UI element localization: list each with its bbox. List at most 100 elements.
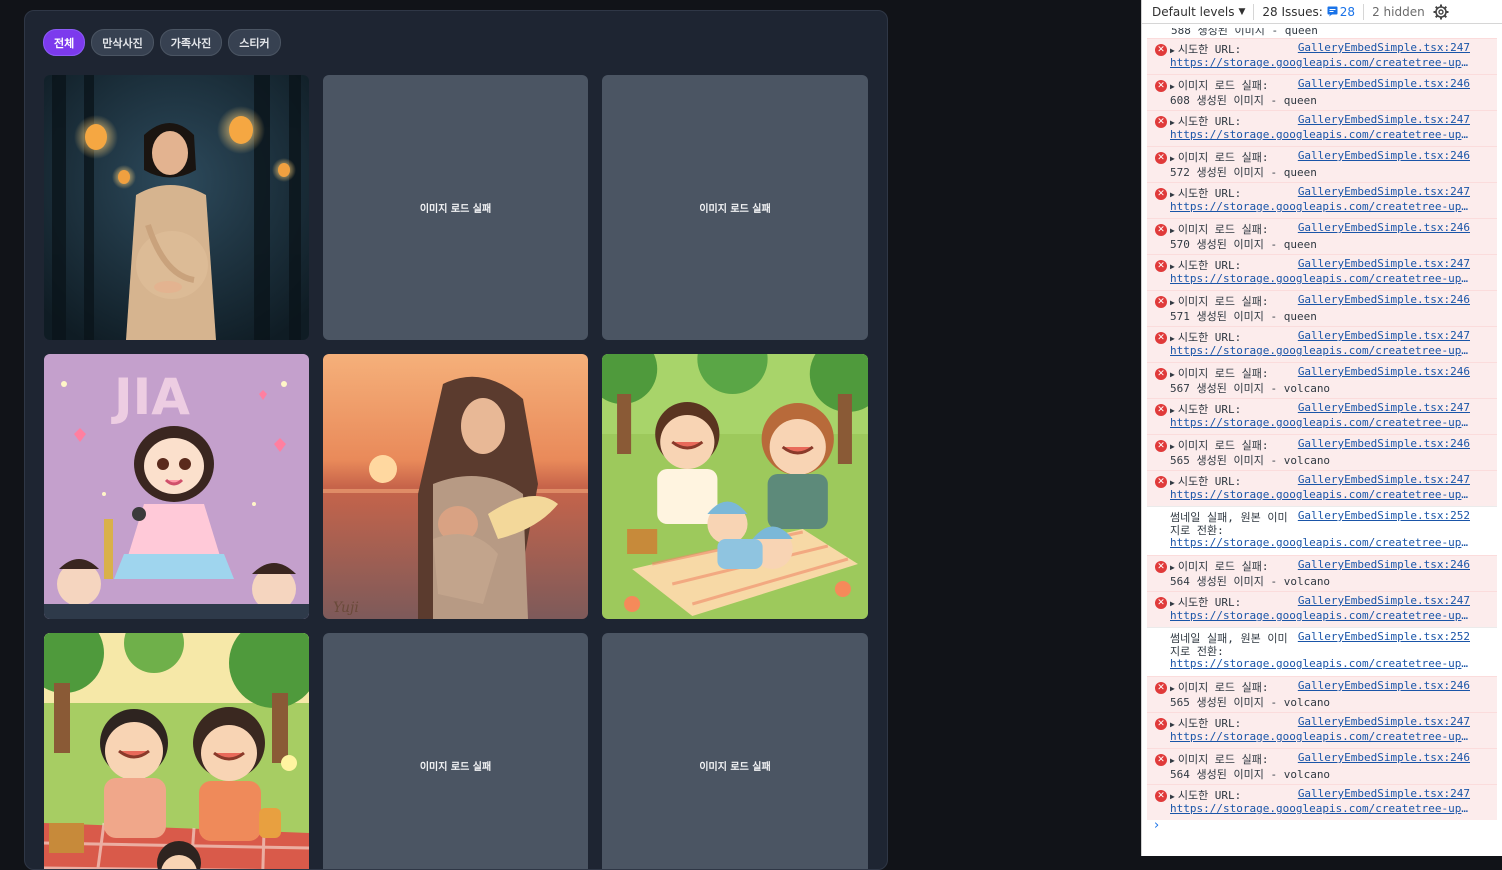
url-link[interactable]: https://storage.googleapis.com/createtre… — [1170, 128, 1470, 141]
gallery-item-failed[interactable]: 이미지 로드 실패 — [323, 75, 588, 340]
expand-triangle-icon[interactable]: ▶ — [1170, 82, 1175, 91]
console-error-message[interactable]: ✕ ▶ 시도한 URL: GalleryEmbedSimple.tsx:247 h… — [1147, 712, 1497, 748]
expand-triangle-icon[interactable]: ▶ — [1170, 756, 1175, 765]
url-link[interactable]: https://storage.googleapis.com/createtre… — [1170, 730, 1470, 743]
url-link[interactable]: https://storage.googleapis.com/createtre… — [1170, 657, 1470, 670]
gallery-item-failed[interactable]: 이미지 로드 실패 — [602, 633, 868, 869]
source-link[interactable]: GalleryEmbedSimple.tsx:246 — [1298, 679, 1470, 692]
console-log-message[interactable]: 썸네일 실패, 원본 이미 GalleryEmbedSimple.tsx:252… — [1147, 506, 1497, 555]
console-prompt[interactable]: › — [1154, 818, 1159, 833]
console-message-head[interactable]: ▶ 이미지 로드 실패: — [1170, 751, 1269, 767]
console-error-message[interactable]: ✕ ▶ 시도한 URL: GalleryEmbedSimple.tsx:247 h… — [1147, 591, 1497, 627]
console-message-head[interactable]: ▶ 시도한 URL: — [1170, 594, 1241, 610]
console-message-head[interactable]: ▶ 시도한 URL: — [1170, 787, 1241, 803]
url-link[interactable]: https://storage.googleapis.com/createtre… — [1170, 802, 1470, 815]
source-link[interactable]: GalleryEmbedSimple.tsx:252 — [1298, 509, 1470, 522]
console-message-head[interactable]: ▶ 시도한 URL: — [1170, 41, 1241, 57]
console-message-head[interactable]: ▶ 이미지 로드 실패: — [1170, 679, 1269, 695]
expand-triangle-icon[interactable]: ▶ — [1170, 684, 1175, 693]
expand-triangle-icon[interactable]: ▶ — [1170, 298, 1175, 307]
url-link[interactable]: https://storage.googleapis.com/createtre… — [1170, 272, 1470, 285]
expand-triangle-icon[interactable]: ▶ — [1170, 563, 1175, 572]
source-link[interactable]: GalleryEmbedSimple.tsx:246 — [1298, 437, 1470, 450]
expand-triangle-icon[interactable]: ▶ — [1170, 46, 1175, 55]
console-error-message[interactable]: ✕ ▶ 이미지 로드 실패: GalleryEmbedSimple.tsx:246… — [1147, 74, 1497, 110]
source-link[interactable]: GalleryEmbedSimple.tsx:246 — [1298, 149, 1470, 162]
tab-2[interactable]: 가족사진 — [159, 29, 223, 56]
console-message-head[interactable]: ▶ 이미지 로드 실패: — [1170, 149, 1269, 165]
source-link[interactable]: GalleryEmbedSimple.tsx:247 — [1298, 594, 1470, 607]
console-error-message[interactable]: ✕ ▶ 시도한 URL: GalleryEmbedSimple.tsx:247 h… — [1147, 470, 1497, 506]
console-error-message[interactable]: ✕ ▶ 시도한 URL: GalleryEmbedSimple.tsx:247 h… — [1147, 326, 1497, 362]
console-log-message[interactable]: 썸네일 실패, 원본 이미 GalleryEmbedSimple.tsx:252… — [1147, 627, 1497, 676]
source-link[interactable]: GalleryEmbedSimple.tsx:246 — [1298, 365, 1470, 378]
gear-icon[interactable] — [1433, 4, 1449, 20]
console-log[interactable]: 588 생성된 이미지 - queen ✕ ▶ 시도한 URL: GalleryE… — [1142, 28, 1502, 856]
url-link[interactable]: https://storage.googleapis.com/createtre… — [1170, 416, 1470, 429]
url-link[interactable]: https://storage.googleapis.com/createtre… — [1170, 200, 1470, 213]
source-link[interactable]: GalleryEmbedSimple.tsx:252 — [1298, 630, 1470, 643]
source-link[interactable]: GalleryEmbedSimple.tsx:246 — [1298, 558, 1470, 571]
expand-triangle-icon[interactable]: ▶ — [1170, 118, 1175, 127]
console-message-head[interactable]: ▶ 이미지 로드 실패: — [1170, 221, 1269, 237]
console-message-head[interactable]: ▶ 이미지 로드 실패: — [1170, 437, 1269, 453]
expand-triangle-icon[interactable]: ▶ — [1170, 442, 1175, 451]
source-link[interactable]: GalleryEmbedSimple.tsx:247 — [1298, 329, 1470, 342]
cartoon-girl-singing-jia-image[interactable]: JIA — [44, 354, 309, 619]
console-error-message[interactable]: ✕ ▶ 이미지 로드 실패: GalleryEmbedSimple.tsx:246… — [1147, 748, 1497, 784]
url-link[interactable]: https://storage.googleapis.com/createtre… — [1170, 56, 1470, 69]
console-message-head[interactable]: ▶ 시도한 URL: — [1170, 257, 1241, 273]
console-message-head[interactable]: ▶ 시도한 URL: — [1170, 185, 1241, 201]
console-error-message[interactable]: ✕ ▶ 이미지 로드 실패: GalleryEmbedSimple.tsx:246… — [1147, 218, 1497, 254]
source-link[interactable]: GalleryEmbedSimple.tsx:246 — [1298, 293, 1470, 306]
tab-0[interactable]: 전체 — [43, 29, 86, 56]
source-link[interactable]: GalleryEmbedSimple.tsx:247 — [1298, 41, 1470, 54]
tab-3[interactable]: 스티커 — [228, 29, 281, 56]
gallery-item-failed[interactable]: 이미지 로드 실패 — [602, 75, 868, 340]
console-error-message[interactable]: ✕ ▶ 이미지 로드 실패: GalleryEmbedSimple.tsx:246… — [1147, 146, 1497, 182]
expand-triangle-icon[interactable]: ▶ — [1170, 226, 1175, 235]
expand-triangle-icon[interactable]: ▶ — [1170, 406, 1175, 415]
console-error-message[interactable]: ✕ ▶ 이미지 로드 실패: GalleryEmbedSimple.tsx:246… — [1147, 434, 1497, 470]
gallery-item-failed[interactable]: 이미지 로드 실패 — [323, 633, 588, 869]
console-error-message[interactable]: ✕ ▶ 이미지 로드 실패: GalleryEmbedSimple.tsx:246… — [1147, 555, 1497, 591]
expand-triangle-icon[interactable]: ▶ — [1170, 262, 1175, 271]
expand-triangle-icon[interactable]: ▶ — [1170, 720, 1175, 729]
console-message-head[interactable]: ▶ 시도한 URL: — [1170, 473, 1241, 489]
expand-triangle-icon[interactable]: ▶ — [1170, 478, 1175, 487]
mother-holding-angel-baby-sunset-image[interactable]: Yuji — [323, 354, 588, 619]
console-error-message[interactable]: ✕ ▶ 이미지 로드 실패: GalleryEmbedSimple.tsx:246… — [1147, 290, 1497, 326]
source-link[interactable]: GalleryEmbedSimple.tsx:247 — [1298, 113, 1470, 126]
source-link[interactable]: GalleryEmbedSimple.tsx:247 — [1298, 257, 1470, 270]
console-message-head[interactable]: ▶ 시도한 URL: — [1170, 715, 1241, 731]
source-link[interactable]: GalleryEmbedSimple.tsx:247 — [1298, 473, 1470, 486]
console-error-message[interactable]: ✕ ▶ 시도한 URL: GalleryEmbedSimple.tsx:247 h… — [1147, 182, 1497, 218]
expand-triangle-icon[interactable]: ▶ — [1170, 370, 1175, 379]
url-link[interactable]: https://storage.googleapis.com/createtre… — [1170, 609, 1470, 622]
log-levels-dropdown[interactable]: Default levels ▼ — [1152, 3, 1255, 20]
console-message-head[interactable]: ▶ 이미지 로드 실패: — [1170, 77, 1269, 93]
expand-triangle-icon[interactable]: ▶ — [1170, 190, 1175, 199]
cartoon-family-picnic-forest-image[interactable] — [44, 633, 309, 869]
source-link[interactable]: GalleryEmbedSimple.tsx:246 — [1298, 751, 1470, 764]
console-message-head[interactable]: ▶ 이미지 로드 실패: — [1170, 558, 1269, 574]
console-error-message[interactable]: ✕ ▶ 시도한 URL: GalleryEmbedSimple.tsx:247 h… — [1147, 38, 1497, 74]
console-message-head[interactable]: ▶ 이미지 로드 실패: — [1170, 293, 1269, 309]
pregnant-woman-lantern-forest-image[interactable] — [44, 75, 309, 340]
tab-1[interactable]: 만삭사진 — [91, 29, 154, 56]
console-error-message[interactable]: ✕ ▶ 이미지 로드 실패: GalleryEmbedSimple.tsx:246… — [1147, 676, 1497, 712]
source-link[interactable]: GalleryEmbedSimple.tsx:247 — [1298, 787, 1470, 800]
url-link[interactable]: https://storage.googleapis.com/createtre… — [1170, 488, 1470, 501]
issues-button[interactable]: 28 Issues: 28 — [1254, 3, 1365, 20]
source-link[interactable]: GalleryEmbedSimple.tsx:247 — [1298, 185, 1470, 198]
console-error-message[interactable]: ✕ ▶ 시도한 URL: GalleryEmbedSimple.tsx:247 h… — [1147, 784, 1497, 820]
cartoon-family-picnic-image[interactable] — [602, 354, 868, 619]
console-message-head[interactable]: ▶ 시도한 URL: — [1170, 329, 1241, 345]
url-link[interactable]: https://storage.googleapis.com/createtre… — [1170, 344, 1470, 357]
console-message-head[interactable]: ▶ 시도한 URL: — [1170, 401, 1241, 417]
source-link[interactable]: GalleryEmbedSimple.tsx:246 — [1298, 221, 1470, 234]
console-error-message[interactable]: ✕ ▶ 시도한 URL: GalleryEmbedSimple.tsx:247 h… — [1147, 110, 1497, 146]
console-message-head[interactable]: ▶ 시도한 URL: — [1170, 113, 1241, 129]
expand-triangle-icon[interactable]: ▶ — [1170, 599, 1175, 608]
console-error-message[interactable]: ✕ ▶ 시도한 URL: GalleryEmbedSimple.tsx:247 h… — [1147, 254, 1497, 290]
